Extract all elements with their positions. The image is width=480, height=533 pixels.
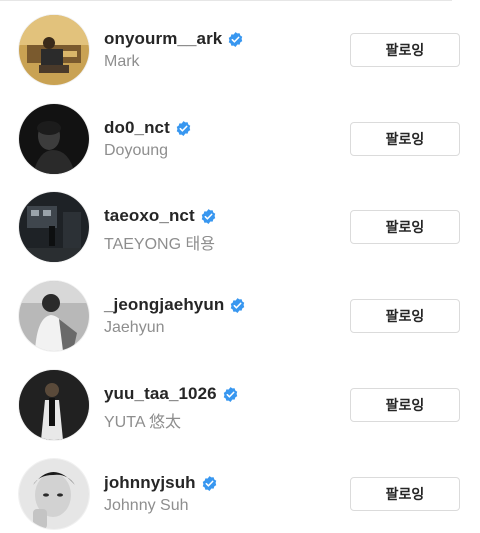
- username[interactable]: _jeongjaehyun: [104, 295, 224, 315]
- verified-badge-icon: [223, 386, 237, 402]
- following-button[interactable]: 팔로잉: [350, 122, 460, 156]
- following-button[interactable]: 팔로잉: [350, 477, 460, 511]
- username[interactable]: taeoxo_nct: [104, 206, 195, 226]
- username[interactable]: onyourm__ark: [104, 29, 222, 49]
- username[interactable]: yuu_taa_1026: [104, 384, 217, 404]
- avatar[interactable]: [19, 15, 89, 85]
- full-name: Jaehyun: [104, 319, 165, 336]
- top-divider: [0, 0, 452, 1]
- username[interactable]: johnnyjsuh: [104, 473, 196, 493]
- following-button[interactable]: 팔로잉: [350, 388, 460, 422]
- list-item[interactable]: johnnyjsuh Johnny Suh 팔로잉: [0, 459, 480, 529]
- verified-badge-icon: [201, 208, 215, 224]
- verified-badge-icon: [231, 297, 245, 313]
- verified-badge-icon: [176, 120, 191, 136]
- avatar[interactable]: [19, 370, 89, 440]
- list-item[interactable]: yuu_taa_1026 YUTA 悠太 팔로잉: [0, 370, 480, 440]
- verified-badge-icon: [202, 475, 216, 491]
- following-button[interactable]: 팔로잉: [350, 299, 460, 333]
- full-name: Johnny Suh: [104, 497, 189, 514]
- full-name: Mark: [104, 53, 140, 70]
- username[interactable]: do0_nct: [104, 118, 170, 138]
- verified-badge-icon: [229, 31, 243, 47]
- following-button[interactable]: 팔로잉: [350, 210, 460, 244]
- following-button[interactable]: 팔로잉: [350, 33, 460, 67]
- avatar[interactable]: [19, 104, 89, 174]
- list-item[interactable]: do0_nct Doyoung 팔로잉: [0, 104, 480, 174]
- avatar[interactable]: [19, 192, 89, 262]
- full-name: TAEYONG 태용: [104, 236, 215, 253]
- list-item[interactable]: taeoxo_nct TAEYONG 태용 팔로잉: [0, 192, 480, 262]
- avatar[interactable]: [19, 459, 89, 529]
- list-item[interactable]: _jeongjaehyun Jaehyun 팔로잉: [0, 281, 480, 351]
- full-name: Doyoung: [104, 142, 169, 159]
- full-name: YUTA 悠太: [104, 414, 182, 431]
- list-item[interactable]: onyourm__ark Mark 팔로잉: [0, 15, 480, 85]
- avatar[interactable]: [19, 281, 89, 351]
